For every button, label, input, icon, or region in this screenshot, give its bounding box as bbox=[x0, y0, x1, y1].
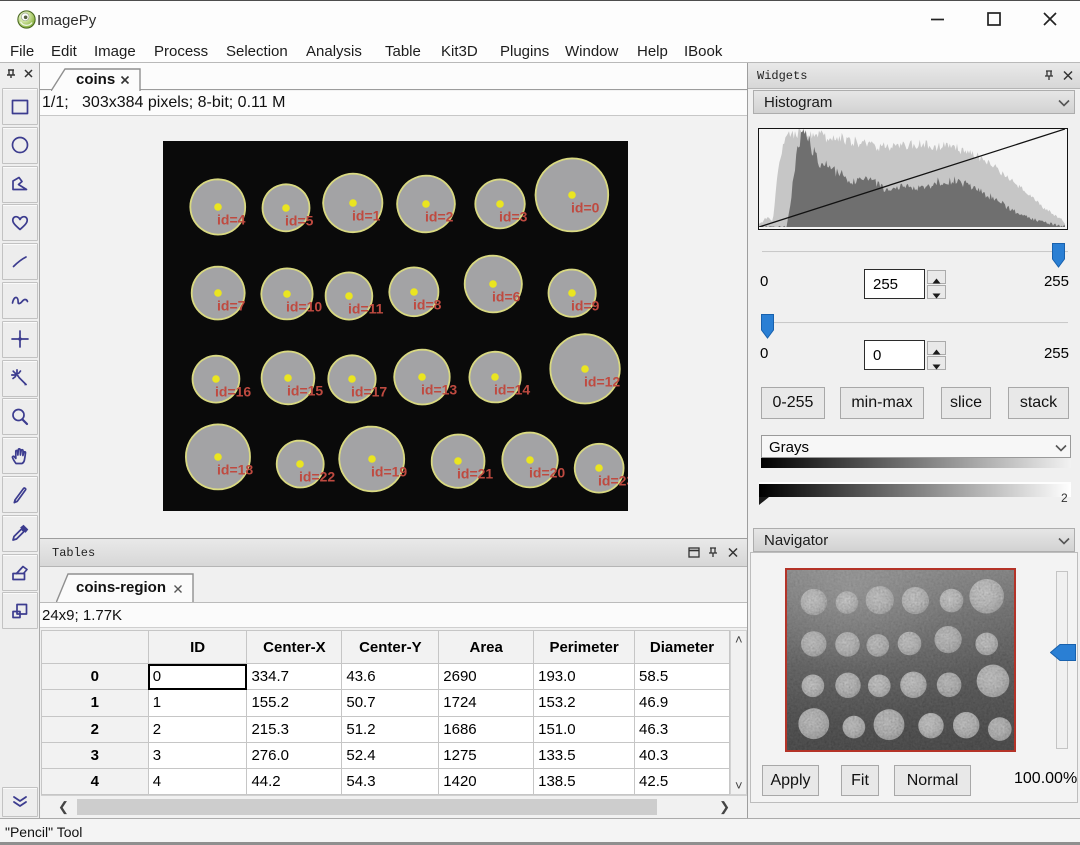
svg-text:id=18: id=18 bbox=[217, 462, 253, 478]
svg-text:id=11: id=11 bbox=[348, 301, 384, 317]
svg-text:id=8: id=8 bbox=[413, 297, 442, 313]
svg-text:id=16: id=16 bbox=[215, 384, 251, 400]
svg-text:id=3: id=3 bbox=[499, 209, 528, 225]
svg-text:id=20: id=20 bbox=[529, 465, 565, 481]
svg-text:id=23: id=23 bbox=[598, 473, 628, 489]
svg-text:id=4: id=4 bbox=[217, 212, 246, 228]
svg-text:id=13: id=13 bbox=[421, 382, 457, 398]
svg-text:id=15: id=15 bbox=[287, 383, 323, 399]
svg-text:id=9: id=9 bbox=[571, 298, 600, 314]
svg-text:id=21: id=21 bbox=[457, 466, 493, 482]
svg-text:id=10: id=10 bbox=[286, 299, 322, 315]
svg-text:id=6: id=6 bbox=[492, 289, 521, 305]
svg-text:id=5: id=5 bbox=[285, 213, 314, 229]
svg-text:id=2: id=2 bbox=[425, 209, 454, 225]
svg-text:id=7: id=7 bbox=[217, 298, 246, 314]
svg-text:id=22: id=22 bbox=[299, 469, 335, 485]
svg-text:id=12: id=12 bbox=[584, 374, 620, 390]
svg-text:id=1: id=1 bbox=[352, 208, 381, 224]
svg-text:id=17: id=17 bbox=[351, 384, 387, 400]
svg-text:id=14: id=14 bbox=[494, 382, 530, 398]
svg-text:id=0: id=0 bbox=[571, 200, 600, 216]
svg-text:id=19: id=19 bbox=[371, 464, 407, 480]
